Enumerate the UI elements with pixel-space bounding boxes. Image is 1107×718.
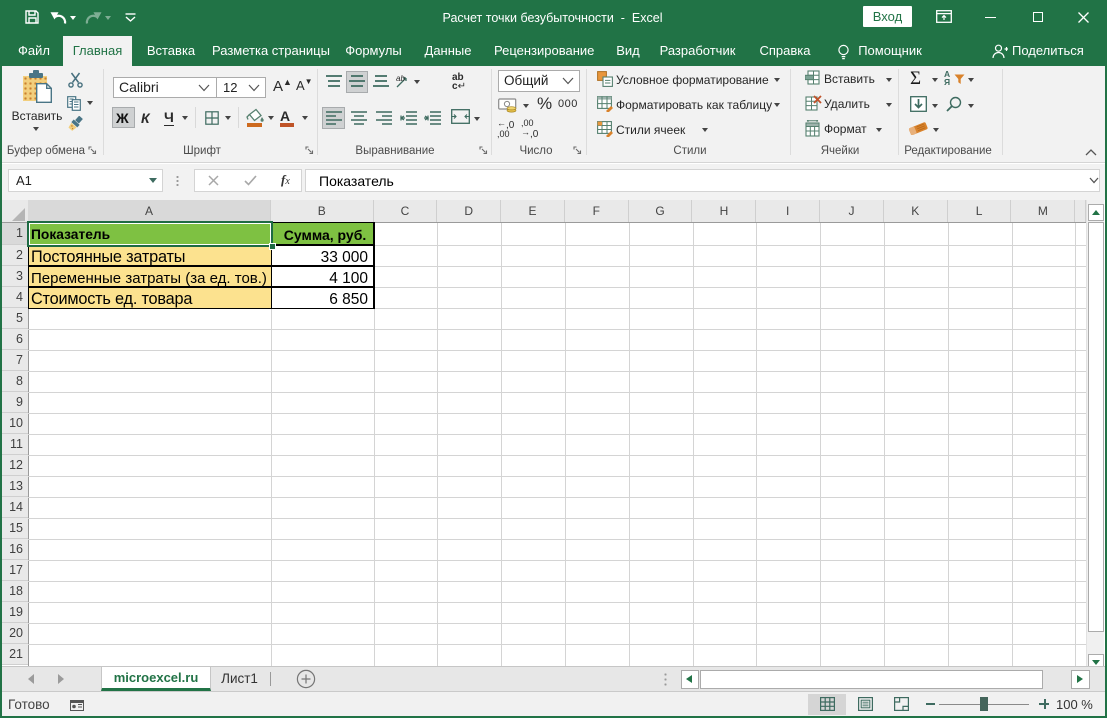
svg-text:ab: ab [396,74,405,83]
